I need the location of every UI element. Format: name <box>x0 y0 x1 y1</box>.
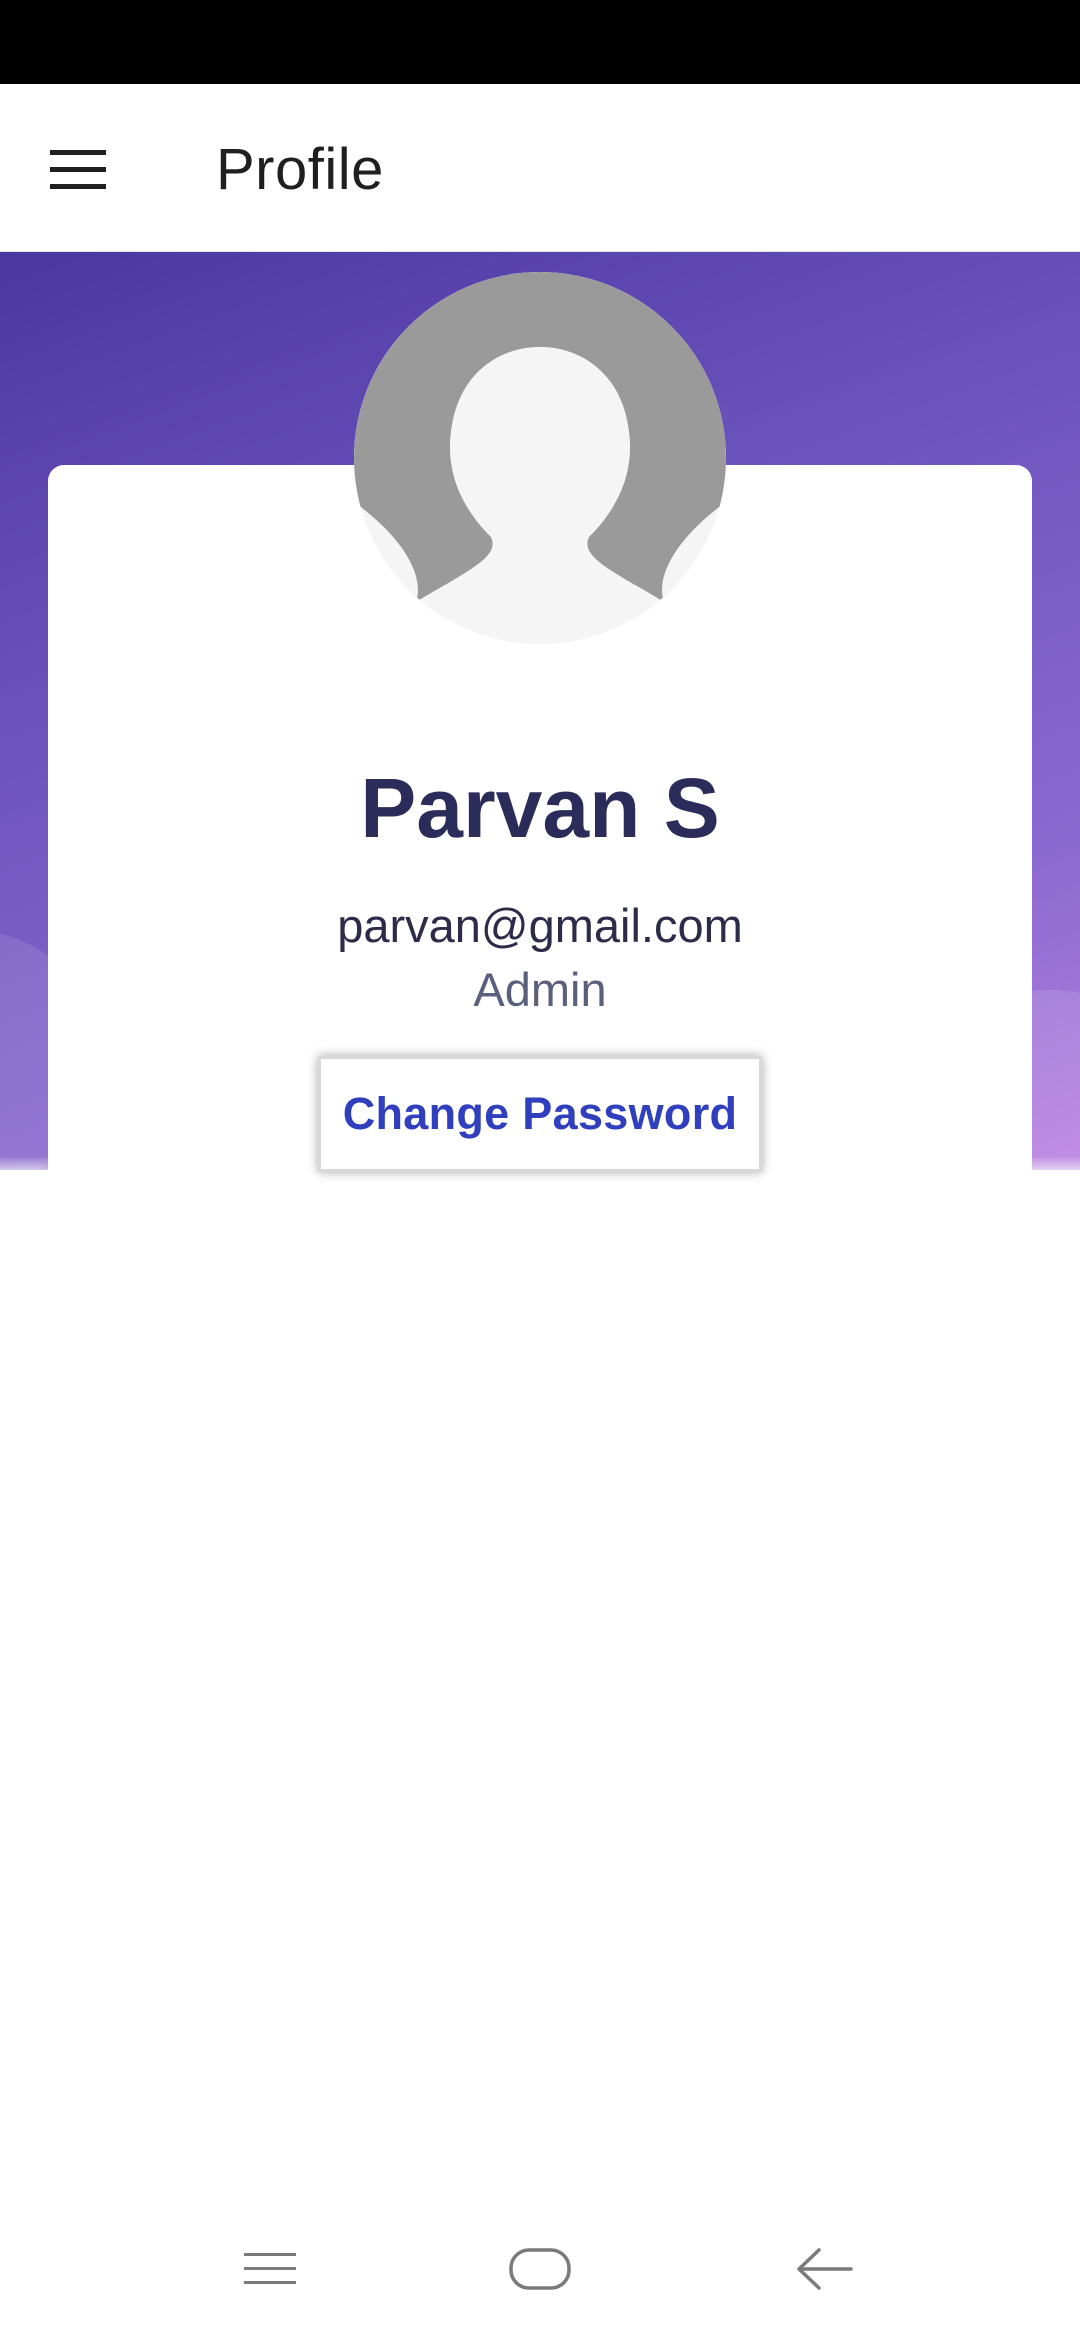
avatar <box>354 272 726 644</box>
profile-email: parvan@gmail.com <box>337 899 743 952</box>
home-icon <box>509 2248 571 2290</box>
profile-name: Parvan S <box>360 761 720 855</box>
page-title: Profile <box>216 137 384 202</box>
home-button[interactable] <box>480 2214 600 2324</box>
hamburger-menu-icon <box>50 150 106 189</box>
recents-icon <box>244 2253 296 2284</box>
app-bar: Profile <box>0 84 1080 252</box>
menu-button[interactable] <box>30 122 126 218</box>
system-navigation-bar <box>0 2196 1080 2340</box>
back-button[interactable] <box>764 2214 884 2324</box>
profile-role: Admin <box>473 963 607 1016</box>
profile-screen: Profile Parvan S parvan@gmail.com Admin … <box>0 0 1080 2340</box>
change-password-label: Change Password <box>342 1088 738 1139</box>
change-password-button[interactable]: Change Password <box>318 1056 762 1172</box>
recents-button[interactable] <box>210 2214 330 2324</box>
back-arrow-icon <box>797 2248 853 2290</box>
status-bar <box>0 0 1080 84</box>
default-avatar-icon <box>354 272 726 644</box>
